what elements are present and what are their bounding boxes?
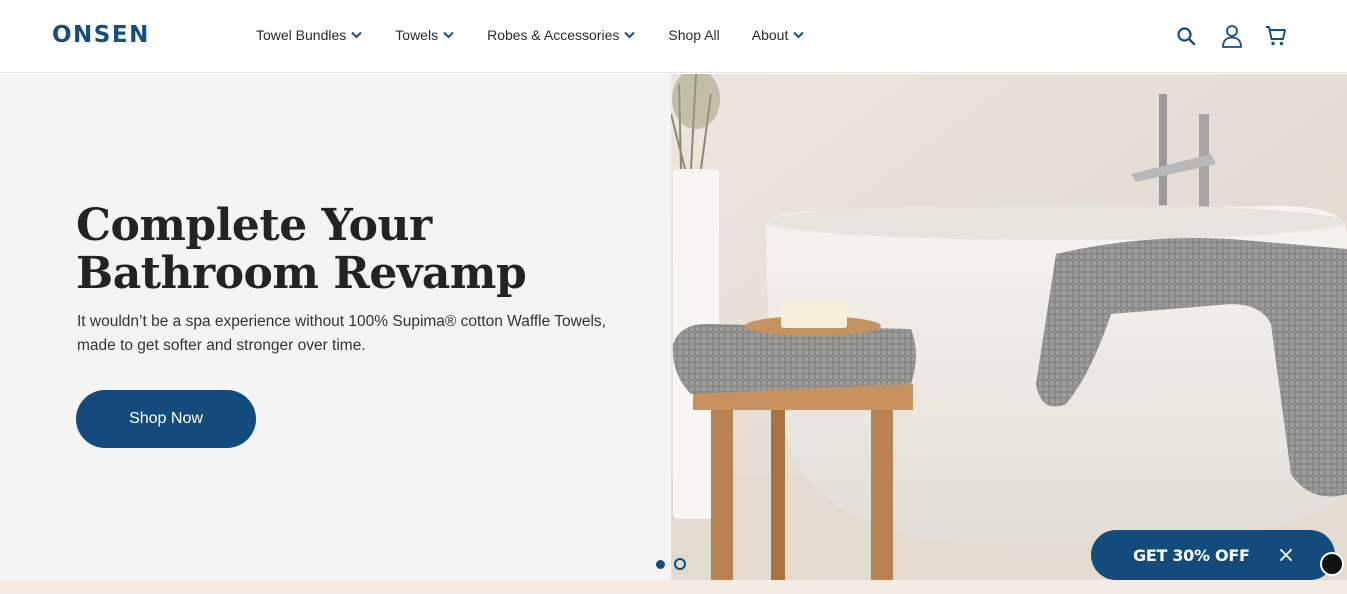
nav-item-label: Towels [395, 27, 439, 43]
carousel-dot-2[interactable] [674, 558, 686, 570]
carousel-pagination [656, 558, 695, 570]
site-header: ONSEN Towel Bundles Towels Robes & Acces… [0, 0, 1347, 73]
hero-title: Complete Your Bathroom Revamp [76, 200, 527, 299]
discount-promo-button[interactable]: GET 30% OFF [1091, 530, 1335, 580]
main-nav: Towel Bundles Towels Robes & Accessories… [256, 25, 837, 45]
section-divider-band [0, 580, 1347, 594]
shop-now-button[interactable]: Shop Now [76, 390, 256, 448]
cart-button[interactable] [1263, 23, 1289, 49]
search-button[interactable] [1173, 23, 1199, 49]
nav-item-towel-bundles[interactable]: Towel Bundles [256, 27, 362, 43]
carousel-dot-1[interactable] [656, 559, 665, 569]
chevron-down-icon [624, 31, 636, 39]
chevron-down-icon [793, 31, 805, 39]
nav-item-robes-accessories[interactable]: Robes & Accessories [487, 27, 636, 43]
brand-logo[interactable]: ONSEN [52, 22, 150, 48]
promo-label: GET 30% OFF [1133, 545, 1250, 565]
bathroom-illustration [671, 74, 1347, 580]
account-button[interactable] [1219, 23, 1245, 49]
nav-item-label: About [751, 27, 789, 43]
hero-subtitle: It wouldn’t be a spa experience without … [77, 313, 606, 354]
hero-panel: Complete Your Bathroom Revamp It wouldn’… [0, 74, 671, 580]
nav-item-label: Shop All [668, 27, 720, 43]
chevron-down-icon [351, 31, 362, 39]
nav-item-label: Towel Bundles [256, 27, 347, 43]
close-icon[interactable] [1277, 546, 1295, 564]
chevron-down-icon [443, 31, 454, 39]
nav-item-shop-all[interactable]: Shop All [668, 27, 719, 43]
hero-image [671, 74, 1347, 580]
search-icon [1177, 27, 1196, 46]
nav-item-towels[interactable]: Towels [395, 27, 454, 43]
cart-icon [1266, 26, 1286, 46]
header-actions [1173, 23, 1289, 49]
accessibility-badge[interactable] [1320, 552, 1344, 576]
nav-item-about[interactable]: About [752, 27, 805, 43]
account-icon [1222, 25, 1242, 48]
nav-item-label: Robes & Accessories [487, 27, 620, 43]
